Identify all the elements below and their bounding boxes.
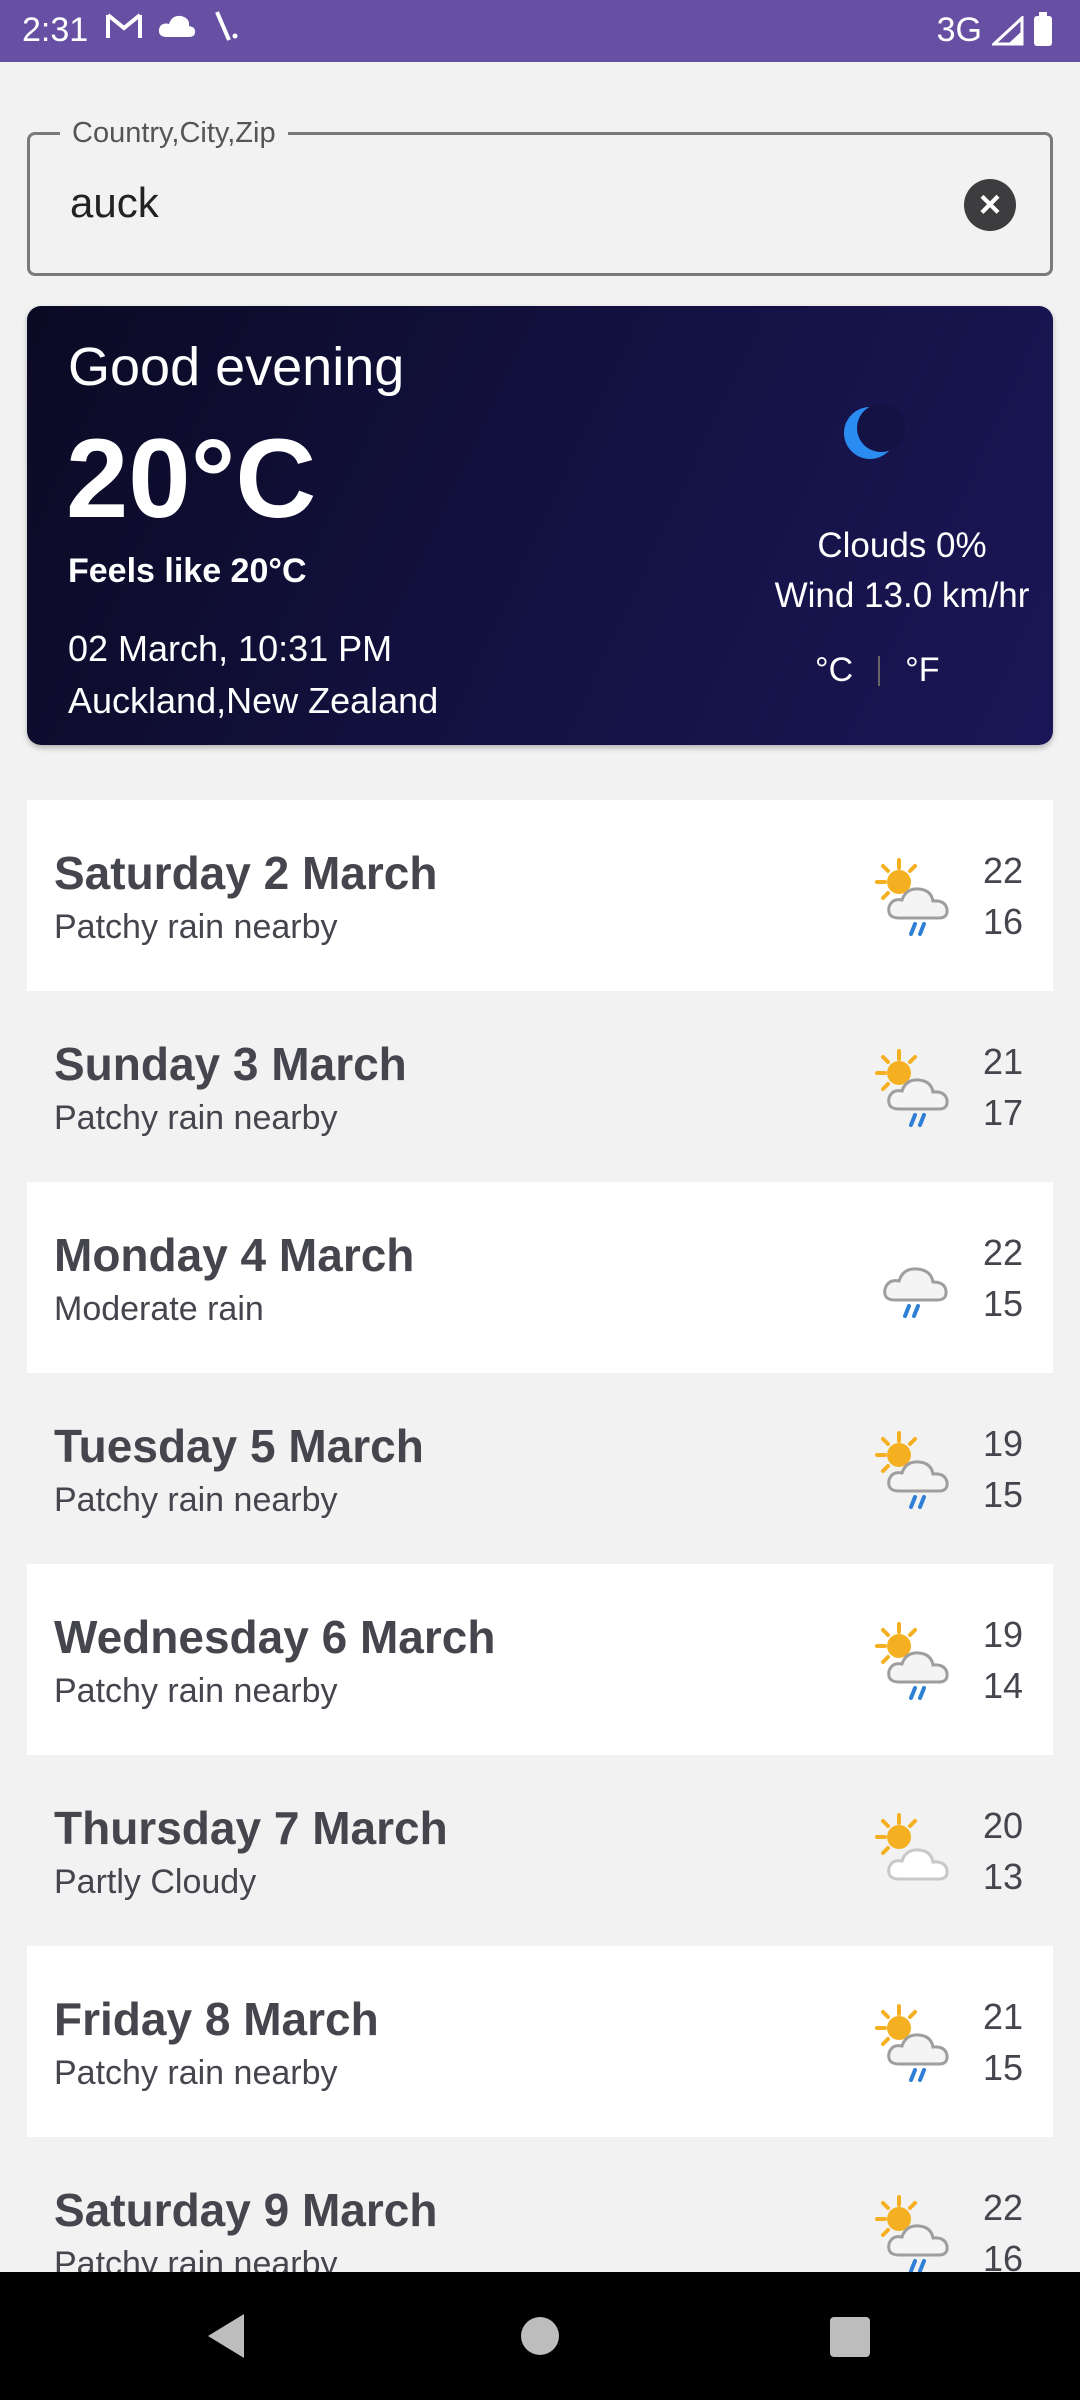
forecast-high: 21 <box>983 1996 1024 2037</box>
forecast-high: 19 <box>983 1423 1024 1464</box>
forecast-low: 15 <box>983 1474 1024 1515</box>
forecast-condition: Partly Cloudy <box>54 1863 257 1901</box>
status-bar: 2:31 3G <box>0 0 1080 62</box>
forecast-row[interactable]: Wednesday 6 March Patchy rain nearby 19 … <box>27 1564 1053 1755</box>
forecast-high: 22 <box>983 1232 1024 1273</box>
forecast-low: 15 <box>983 1283 1024 1324</box>
current-temperature: 20°C <box>66 416 317 541</box>
sun-cloud-rain-icon <box>875 2195 949 2273</box>
clear-icon[interactable]: × <box>964 179 1016 231</box>
date-time: 02 March, 10:31 PM <box>68 628 393 669</box>
forecast-high: 22 <box>983 850 1024 891</box>
forecast-condition: Patchy rain nearby <box>54 1481 338 1519</box>
network-type: 3G <box>936 11 982 49</box>
unit-divider <box>878 655 881 686</box>
moon-icon <box>844 404 905 459</box>
forecast-condition: Patchy rain nearby <box>54 2054 338 2092</box>
search-input[interactable]: auck <box>70 179 159 227</box>
forecast-day: Wednesday 6 March <box>54 1611 496 1663</box>
forecast-row[interactable]: Thursday 7 March Partly Cloudy 20 13 <box>27 1755 1053 1946</box>
forecast-day: Saturday 2 March <box>54 847 438 899</box>
cloud-icon <box>158 15 196 37</box>
feels-like: Feels like 20°C <box>68 552 307 590</box>
forecast-condition: Patchy rain nearby <box>54 1099 338 1137</box>
forecast-day: Thursday 7 March <box>54 1802 448 1854</box>
back-icon[interactable] <box>208 2314 244 2358</box>
partly-cloudy-icon <box>875 1813 949 1881</box>
forecast-condition: Patchy rain nearby <box>54 908 338 946</box>
search-field[interactable]: Country,City,Zip auck × <box>27 117 1053 276</box>
forecast-condition: Patchy rain nearby <box>54 1672 338 1710</box>
greeting: Good evening <box>68 337 405 397</box>
sun-cloud-rain-icon <box>875 858 949 936</box>
forecast-low: 16 <box>983 901 1024 942</box>
location: Auckland,New Zealand <box>68 680 439 721</box>
sun-cloud-rain-icon <box>875 1431 949 1509</box>
forecast-day: Saturday 9 March <box>54 2184 438 2236</box>
battery-icon <box>1034 11 1052 46</box>
forecast-high: 20 <box>983 1805 1024 1846</box>
forecast-high: 22 <box>983 2187 1024 2228</box>
forecast-high: 21 <box>983 1041 1024 1082</box>
status-right: 3G <box>937 11 1052 50</box>
navigation-bar <box>0 2272 1080 2400</box>
recents-icon[interactable] <box>830 2317 870 2357</box>
status-time: 2:31 <box>22 11 89 49</box>
current-weather-card: Good evening 20°C Feels like 20°C 02 Mar… <box>27 306 1053 745</box>
cloud-rain-icon <box>883 1267 948 1318</box>
unit-fahrenheit-button[interactable]: °F <box>905 651 939 690</box>
forecast-day: Sunday 3 March <box>54 1038 407 1090</box>
sun-cloud-rain-icon <box>875 1049 949 1127</box>
forecast-day: Monday 4 March <box>54 1229 415 1281</box>
forecast-high: 19 <box>983 1614 1024 1655</box>
forecast-row[interactable]: Monday 4 March Moderate rain 22 15 <box>27 1182 1053 1373</box>
forecast-day: Friday 8 March <box>54 1993 379 2045</box>
forecast-low: 13 <box>983 1856 1024 1897</box>
forecast-row[interactable]: Tuesday 5 March Patchy rain nearby 19 15 <box>27 1373 1053 1564</box>
sun-cloud-rain-icon <box>875 1622 949 1700</box>
forecast-day: Tuesday 5 March <box>54 1420 424 1472</box>
debug-slash-icon <box>215 11 238 41</box>
forecast-low: 17 <box>983 1092 1024 1133</box>
wind-value: Wind 13.0 km/hr <box>774 576 1030 615</box>
forecast-condition: Moderate rain <box>54 1290 264 1328</box>
unit-celsius-button[interactable]: °C <box>815 651 853 690</box>
search-label: Country,City,Zip <box>60 117 288 150</box>
forecast-row[interactable]: Saturday 2 March Patchy rain nearby 22 1… <box>27 800 1053 991</box>
unit-toggle: °C °F <box>815 651 940 690</box>
forecast-row[interactable]: Friday 8 March Patchy rain nearby 21 15 <box>27 1946 1053 2137</box>
forecast-row[interactable]: Sunday 3 March Patchy rain nearby 21 17 <box>27 991 1053 1182</box>
gmail-icon <box>106 13 142 38</box>
home-icon[interactable] <box>521 2317 559 2355</box>
notification-icons <box>105 10 241 42</box>
forecast-low: 14 <box>983 1665 1024 1706</box>
sun-cloud-rain-icon <box>875 2004 949 2082</box>
forecast-low: 15 <box>983 2047 1024 2088</box>
signal-icon <box>992 15 1024 45</box>
clouds-value: Clouds 0% <box>817 526 987 565</box>
